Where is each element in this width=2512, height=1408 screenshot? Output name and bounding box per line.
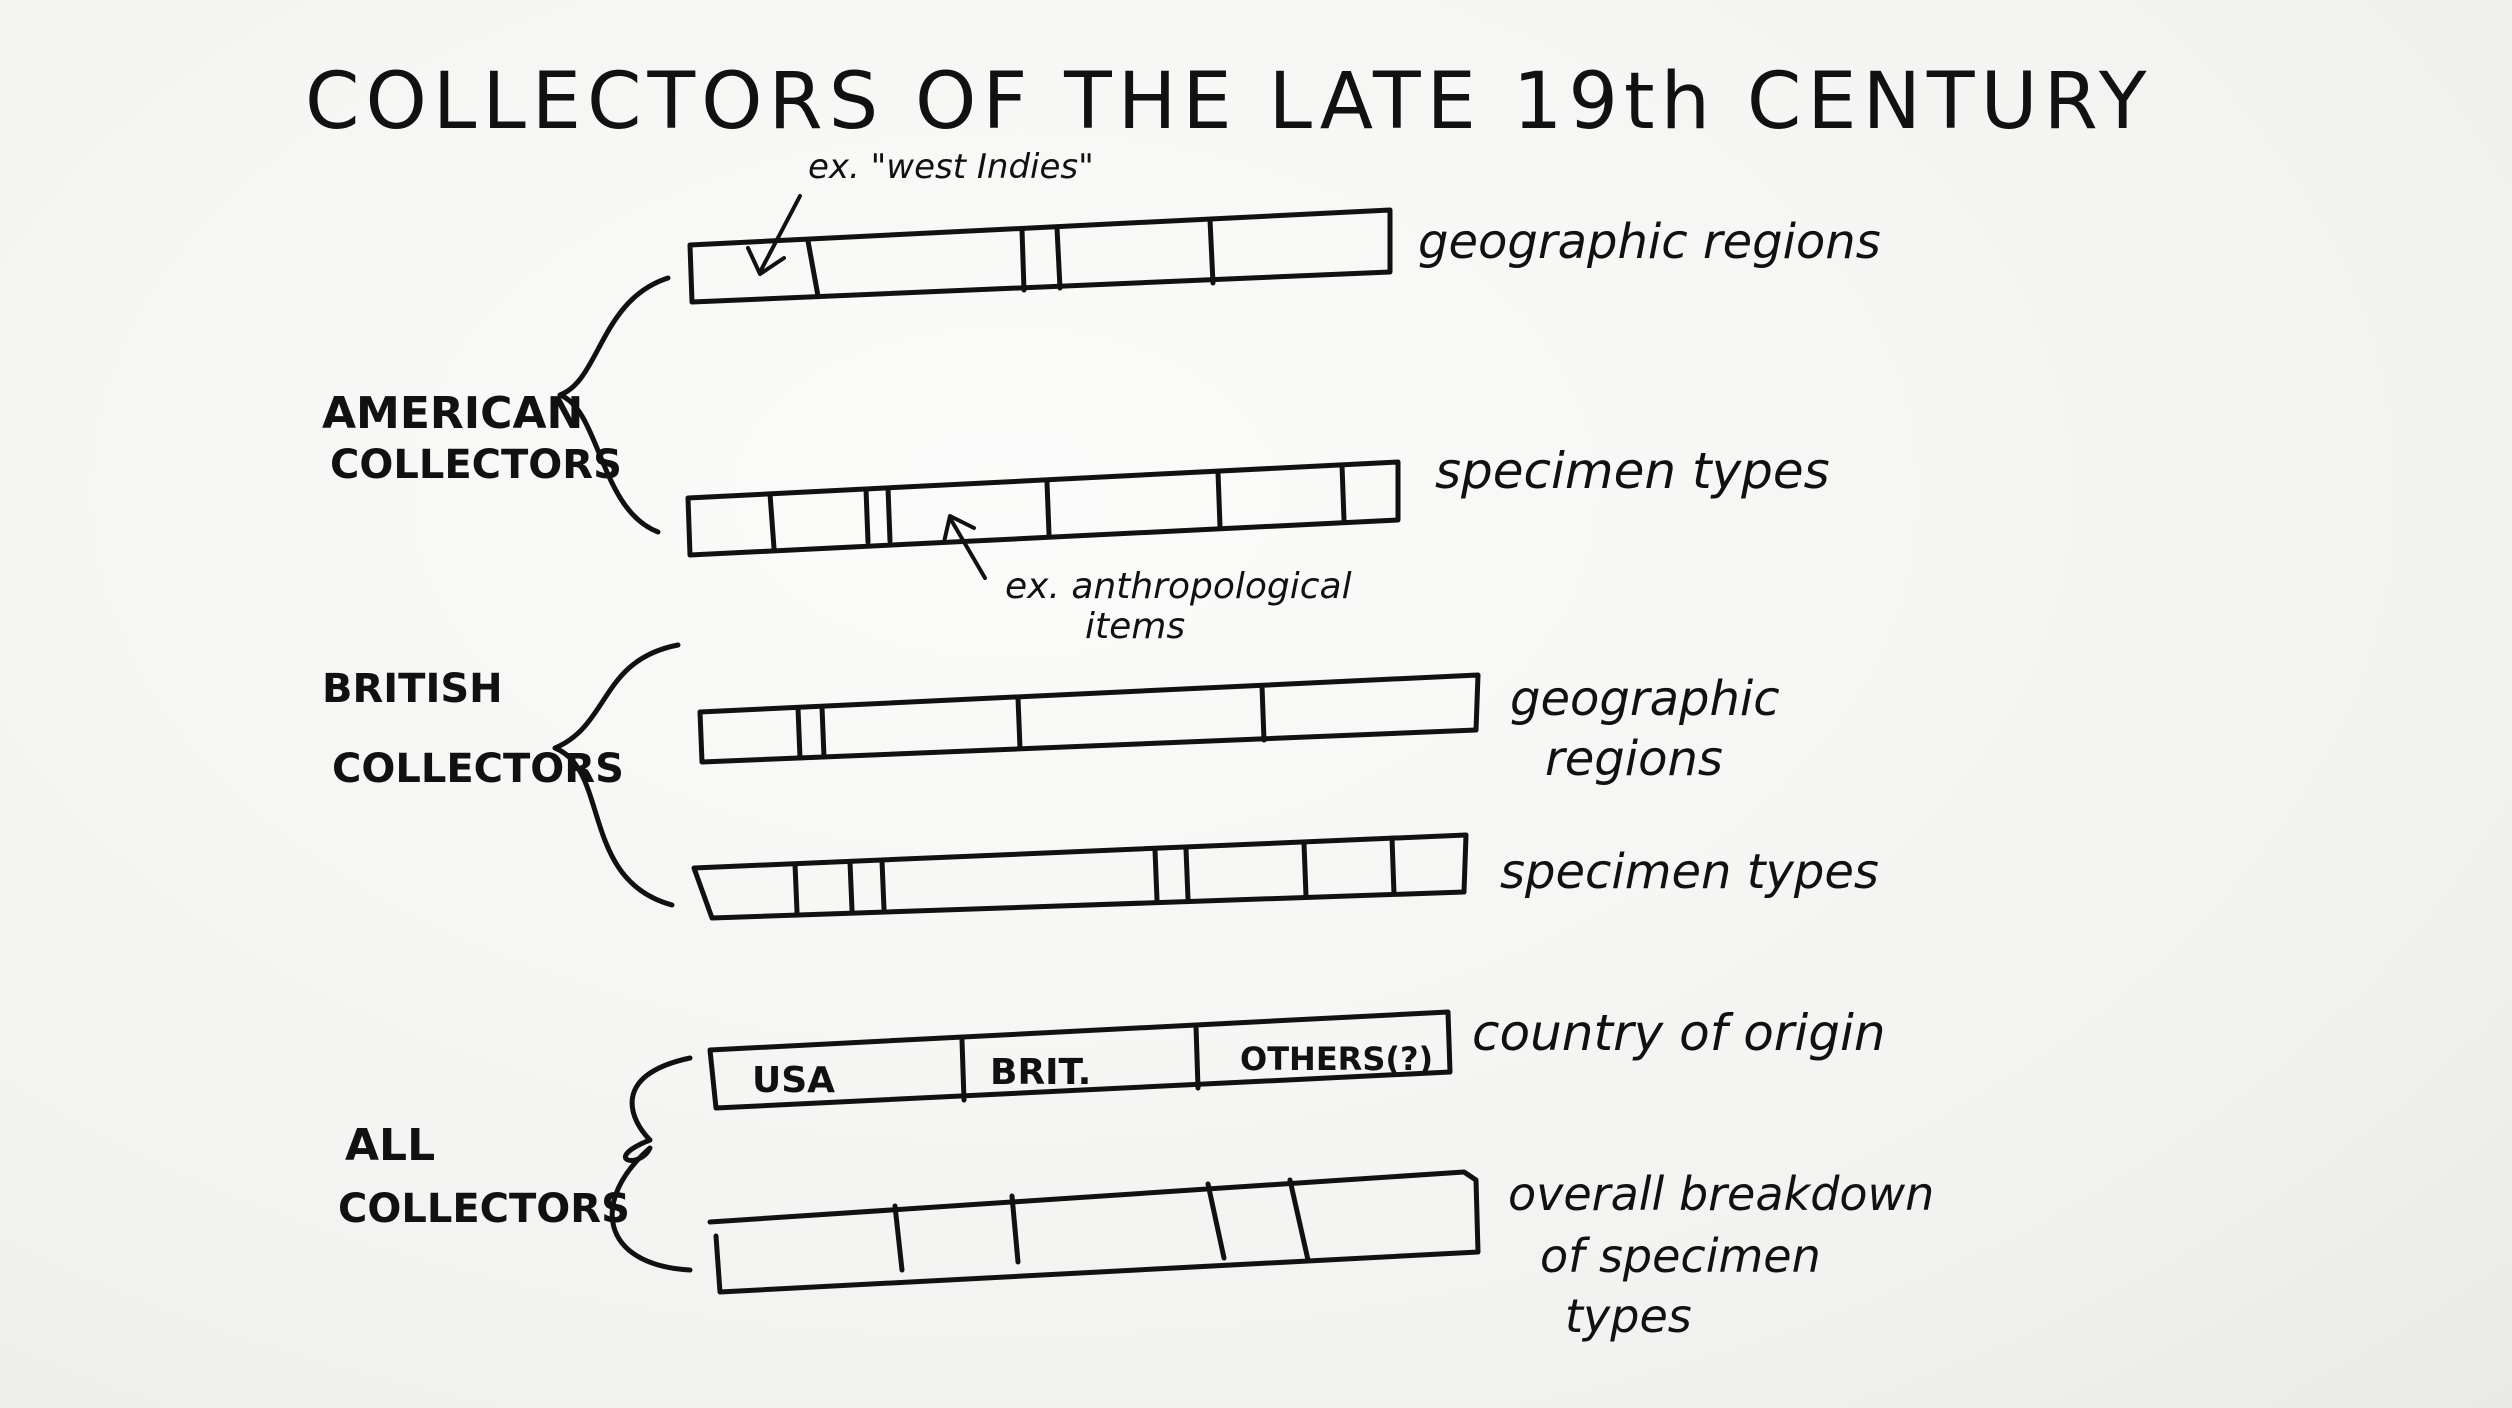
overall-breakdown-label-line3: types xyxy=(1565,1289,1692,1343)
country-segment-usa: USA xyxy=(752,1060,835,1101)
overall-breakdown-label-line2: of specimen xyxy=(1540,1229,1821,1283)
american-brace xyxy=(557,275,671,535)
american-group: AMERICAN COLLECTORS geographic regions e… xyxy=(322,147,1881,647)
american-geographic-bar xyxy=(687,207,1393,305)
all-group: ALL COLLECTORS USA BRIT. OTHERS(?) count… xyxy=(338,1004,1934,1343)
american-geographic-annotation: ex. "west Indies" xyxy=(808,147,1094,187)
british-geographic-bar xyxy=(697,672,1481,765)
british-specimen-label: specimen types xyxy=(1500,844,1879,900)
american-label-line1: AMERICAN xyxy=(322,388,583,439)
american-label-line2: COLLECTORS xyxy=(330,442,622,488)
overall-breakdown-label-line1: overall breakdown xyxy=(1508,1167,1934,1221)
diagram-title: COLLECTORS OF THE LATE 19th CENTURY xyxy=(305,57,2153,147)
american-specimen-bar xyxy=(685,459,1401,558)
sketch-diagram: COLLECTORS OF THE LATE 19th CENTURY AMER… xyxy=(305,57,2153,1343)
all-label-line1: ALL xyxy=(345,1120,435,1171)
british-label-line1: BRITISH xyxy=(322,666,503,712)
all-label-line2: COLLECTORS xyxy=(338,1186,630,1232)
all-brace xyxy=(609,1055,693,1273)
american-geographic-label: geographic regions xyxy=(1418,214,1881,270)
british-geographic-label-line1: geographic xyxy=(1510,671,1780,727)
annotation-arrow-icon xyxy=(746,194,802,276)
american-specimen-label: specimen types xyxy=(1435,442,1830,500)
british-geographic-label-line2: regions xyxy=(1545,731,1723,787)
country-segment-brit: BRIT. xyxy=(990,1052,1091,1093)
overall-breakdown-bar xyxy=(707,1169,1481,1295)
country-of-origin-label: country of origin xyxy=(1472,1004,1886,1062)
british-group: BRITISH COLLECTORS geographic regions sp… xyxy=(322,642,1879,921)
annotation-arrow-icon xyxy=(942,514,987,580)
american-specimen-annotation-line2: items xyxy=(1085,606,1185,647)
british-specimen-bar xyxy=(691,832,1469,921)
paper-sheet: COLLECTORS OF THE LATE 19th CENTURY AMER… xyxy=(0,0,2512,1408)
country-segment-others: OTHERS(?) xyxy=(1240,1040,1433,1078)
american-specimen-annotation-line1: ex. anthropological xyxy=(1005,566,1352,607)
